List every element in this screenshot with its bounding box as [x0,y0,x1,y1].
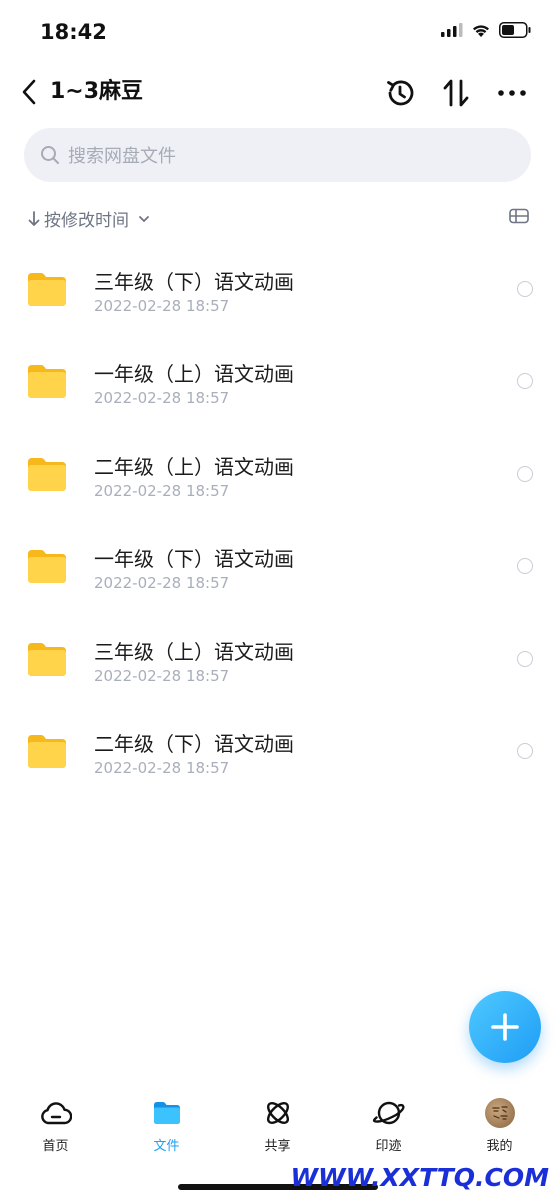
wifi-icon [473,24,489,37]
avatar [484,1098,515,1128]
select-checkbox[interactable] [517,742,533,759]
select-checkbox[interactable] [517,650,533,667]
signal-icon [441,23,463,37]
folder-icon [28,734,66,768]
more-icon [498,90,526,96]
select-checkbox[interactable] [517,465,533,482]
folder-name: 二年级（下）语文动画 [94,731,294,756]
more-button[interactable] [494,75,530,111]
chevron-left-icon [22,79,36,105]
watermark: WWW.XXTTQ.COM [290,1163,549,1192]
atom-icon [266,1101,289,1125]
plus-icon [491,1013,519,1041]
folder-name: 三年级（下）语文动画 [94,270,294,294]
select-checkbox[interactable] [517,558,533,575]
history-button[interactable] [382,75,418,111]
folder-icon [28,457,66,491]
page-title: 1~3麻豆 [50,79,144,104]
tab-bar: 首页 文件 共享 印迹 我的 [0,1092,555,1162]
history-icon [387,80,414,106]
tab-label: 首页 [42,1139,69,1154]
navigation-bar: 1~3麻豆 [0,68,555,116]
folder-row[interactable]: 一年级（下）语文动画 2022-02-28 18:57 [0,517,555,609]
file-list: 三年级（下）语文动画 2022-02-28 18:57 一年级（上）语文动画 2… [0,240,555,794]
folder-icon [28,273,66,306]
arrow-down-icon [28,210,40,226]
tab-label: 印迹 [375,1139,402,1154]
planet-icon [372,1101,405,1125]
tab-files[interactable]: 文件 [111,1092,222,1162]
chevron-down-icon [139,215,149,222]
view-mode-toggle[interactable] [509,208,529,228]
folder-row[interactable]: 二年级（下）语文动画 2022-02-28 18:57 [0,702,555,794]
folder-date: 2022-02-28 18:57 [94,481,230,500]
status-time: 18:42 [40,20,107,44]
select-checkbox[interactable] [517,281,533,297]
battery-icon [499,22,531,38]
tab-traces[interactable]: 印迹 [333,1092,444,1162]
tab-label: 共享 [264,1139,291,1154]
folder-icon [28,365,66,399]
folder-date: 2022-02-28 18:57 [94,666,230,685]
folder-icon [153,1102,180,1124]
folder-name: 一年级（下）语文动画 [94,547,294,572]
folder-name: 二年级（上）语文动画 [94,454,294,479]
add-button[interactable] [469,991,541,1063]
folder-row[interactable]: 一年级（上）语文动画 2022-02-28 18:57 [0,332,555,424]
folder-date: 2022-02-28 18:57 [94,389,230,408]
folder-row[interactable]: 三年级（上）语文动画 2022-02-28 18:57 [0,610,555,702]
avatar-pattern-icon [491,1106,508,1120]
folder-name: 一年级（上）语文动画 [94,362,294,387]
sort-bar: 按修改时间 [0,204,555,232]
folder-icon [28,642,66,676]
tab-share[interactable]: 共享 [222,1092,333,1162]
folder-icon [28,550,66,584]
status-bar: 18:42 [0,0,555,64]
sort-label: 按修改时间 [44,211,129,231]
cloud-icon [40,1102,72,1125]
back-button[interactable] [14,76,44,108]
search-icon [41,146,59,164]
status-icons [441,22,531,38]
list-view-icon [509,208,529,224]
sort-dropdown[interactable]: 按修改时间 [28,206,151,231]
folder-row[interactable]: 二年级（上）语文动画 2022-02-28 18:57 [0,425,555,517]
sort-button[interactable] [438,75,474,111]
folder-date: 2022-02-28 18:57 [94,574,230,593]
tab-label: 文件 [153,1139,180,1154]
folder-date: 2022-02-28 18:57 [94,758,230,777]
sort-arrows-icon [443,79,469,107]
tab-mine[interactable]: 我的 [444,1092,555,1162]
folder-date: 2022-02-28 18:57 [94,297,230,315]
folder-row[interactable]: 三年级（下）语文动画 2022-02-28 18:57 [0,240,555,332]
folder-name: 三年级（上）语文动画 [94,639,294,664]
tab-label: 我的 [486,1139,513,1154]
select-checkbox[interactable] [517,373,533,390]
tab-home[interactable]: 首页 [0,1092,111,1162]
search-input[interactable]: 搜索网盘文件 [24,128,531,182]
search-placeholder: 搜索网盘文件 [68,146,176,167]
